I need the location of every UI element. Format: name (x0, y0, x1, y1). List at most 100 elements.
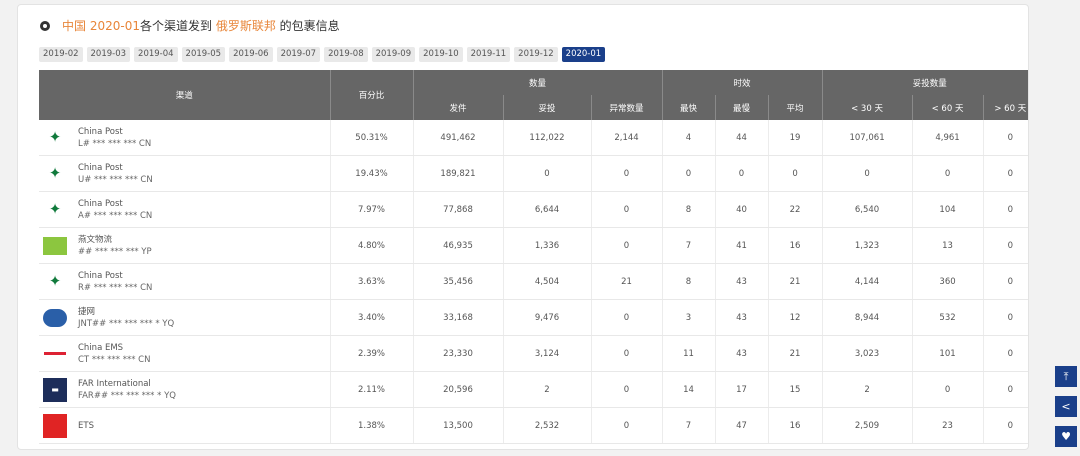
tab-2019-12[interactable]: 2019-12 (514, 47, 558, 62)
percent-cell: 7.97% (329, 191, 413, 228)
delivered-cell: 9,476 (502, 299, 591, 336)
tracking-pattern: FAR## *** *** *** * YQ (78, 390, 176, 401)
delivered-cell: 1,336 (502, 227, 591, 264)
origin-country-link[interactable]: 中国 (62, 17, 86, 34)
back-to-top-icon: ⤒ (1063, 369, 1069, 383)
lt30-cell: 1,323 (821, 227, 913, 264)
slowest-cell: 43 (714, 299, 769, 336)
channel-name[interactable]: China Post (78, 271, 123, 281)
slowest-cell: 40 (714, 191, 769, 228)
lt30-header: < 30 天 (821, 95, 913, 120)
tab-2019-11[interactable]: 2019-11 (466, 47, 511, 62)
gt60-cell: 0 (982, 299, 1028, 336)
fastest-cell: 3 (661, 299, 716, 336)
slowest-cell: 17 (714, 371, 769, 408)
average-cell: 21 (767, 263, 823, 300)
share-button[interactable]: < (1055, 396, 1077, 417)
abnormal-cell: 2,144 (590, 120, 663, 156)
average-cell: 16 (767, 407, 823, 444)
lt60-cell: 23 (911, 407, 984, 444)
sent-cell: 46,935 (412, 227, 503, 264)
abnormal-cell: 0 (590, 371, 663, 408)
channel-name[interactable]: FAR International (78, 379, 151, 389)
tracking-pattern: JNT## *** *** *** * YQ (78, 318, 175, 329)
lt30-cell: 6,540 (821, 191, 913, 228)
delivered-cell: 3,124 (502, 335, 591, 372)
tab-2019-10[interactable]: 2019-10 (419, 47, 463, 62)
lt30-cell: 4,144 (821, 263, 913, 300)
table-row: ETS 1.38% 13,500 2,532 0 7 47 16 2,509 23 0 (39, 407, 1028, 444)
delivered-count-header: 妥投数量 (821, 70, 1028, 95)
abnormal-cell: 0 (590, 191, 663, 228)
sent-header: 发件 (412, 95, 503, 120)
delivered-cell: 4,504 (502, 263, 591, 300)
fastest-cell: 7 (661, 227, 716, 264)
tab-2020-01[interactable]: 2020-01 (561, 47, 606, 62)
channel-name[interactable]: China Post (78, 163, 123, 173)
lt60-cell: 101 (911, 335, 984, 372)
lt30-cell: 2,509 (821, 407, 913, 444)
abnormal-cell: 0 (590, 155, 663, 192)
fastest-cell: 4 (661, 120, 716, 156)
tab-2019-05[interactable]: 2019-05 (181, 47, 226, 62)
channel-cell: ✦ China Post A# *** *** *** CN (39, 191, 330, 228)
channel-name[interactable]: China EMS (78, 343, 123, 353)
abnormal-header: 异常数量 (590, 95, 663, 120)
delivered-cell: 2,532 (502, 407, 591, 444)
back-to-top-button[interactable]: ⤒ (1055, 366, 1077, 387)
tab-2019-02[interactable]: 2019-02 (39, 47, 83, 62)
gt60-cell: 0 (982, 155, 1028, 192)
sent-cell: 491,462 (412, 120, 503, 156)
abnormal-cell: 0 (590, 227, 663, 264)
tab-2019-09[interactable]: 2019-09 (371, 47, 416, 62)
sent-cell: 13,500 (412, 407, 503, 444)
delivered-header: 妥投 (502, 95, 591, 120)
slowest-cell: 43 (714, 263, 769, 300)
percent-cell: 1.38% (329, 407, 413, 444)
channel-name[interactable]: 燕文物流 (78, 235, 112, 245)
average-cell: 15 (767, 371, 823, 408)
abnormal-cell: 0 (590, 407, 663, 444)
percent-cell: 3.40% (329, 299, 413, 336)
average-cell: 12 (767, 299, 823, 336)
channel-name[interactable]: ETS (78, 421, 94, 431)
lt30-cell: 0 (821, 155, 913, 192)
lt60-cell: 0 (911, 371, 984, 408)
tab-2019-08[interactable]: 2019-08 (324, 47, 368, 62)
tracking-pattern: L# *** *** *** CN (78, 138, 152, 149)
tab-2019-06[interactable]: 2019-06 (229, 47, 273, 62)
lt60-cell: 532 (911, 299, 984, 336)
heart-icon: ♥ (1061, 430, 1071, 443)
abnormal-cell: 0 (590, 299, 663, 336)
title-mid-text: 各个渠道发到 (139, 19, 212, 33)
period-text: 2020-01 (89, 18, 140, 33)
yanwen-logo-icon (43, 234, 67, 258)
channel-name[interactable]: 捷网 (78, 307, 95, 317)
average-cell: 19 (767, 120, 823, 156)
tab-2019-07[interactable]: 2019-07 (276, 47, 321, 62)
channel-name[interactable]: China Post (78, 199, 123, 209)
favorite-button[interactable]: ♥ (1055, 426, 1077, 447)
sent-cell: 33,168 (412, 299, 503, 336)
abnormal-cell: 0 (590, 335, 663, 372)
percent-cell: 50.31% (329, 120, 413, 156)
destination-country-link[interactable]: 俄罗斯联邦 (216, 17, 276, 34)
delivered-cell: 112,022 (502, 120, 591, 156)
gt60-cell: 0 (982, 263, 1028, 300)
gt60-cell: 0 (982, 120, 1028, 156)
channel-name[interactable]: China Post (78, 127, 123, 137)
share-icon: < (1061, 400, 1071, 413)
table-row: ✦ China Post R# *** *** *** CN 3.63% 35,456 4… (39, 263, 1028, 300)
tab-2019-03[interactable]: 2019-03 (86, 47, 131, 62)
delivered-cell: 2 (502, 371, 591, 408)
channel-cell: 燕文物流 ## *** *** *** YP (39, 227, 330, 264)
quantity-header: 数量 (412, 70, 663, 95)
tab-2019-04[interactable]: 2019-04 (134, 47, 178, 62)
channel-cell: ▬ FAR International FAR## *** *** *** * YQ (39, 371, 330, 408)
sent-cell: 35,456 (412, 263, 503, 300)
lt60-cell: 4,961 (911, 120, 984, 156)
abnormal-cell: 21 (590, 263, 663, 300)
table-row: 燕文物流 ## *** *** *** YP 4.80% 46,935 1,336 0 7 4… (39, 227, 1028, 264)
timing-header: 时效 (661, 70, 823, 95)
far-logo-icon: ▬ (43, 377, 67, 402)
